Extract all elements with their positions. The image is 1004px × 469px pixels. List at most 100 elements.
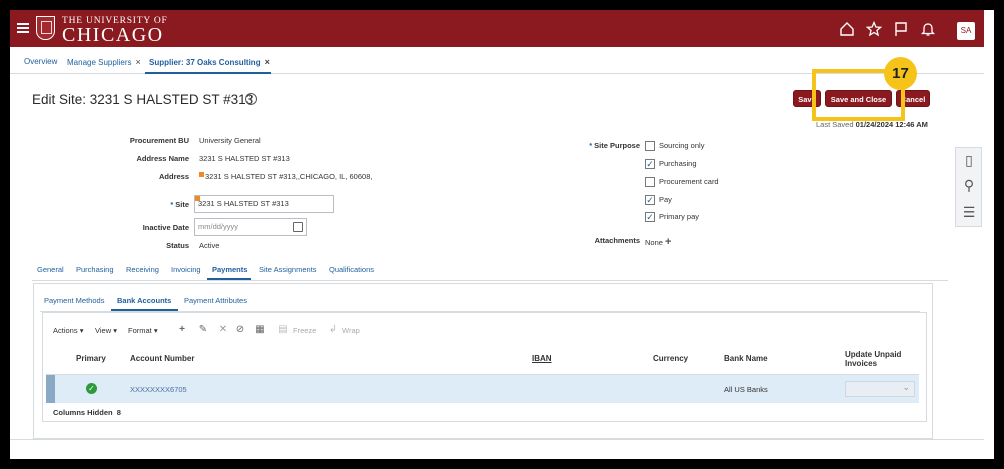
column-header-update-unpaid-invoices[interactable]: Update Unpaid Invoices (845, 350, 901, 368)
bank-accounts-table (42, 312, 927, 422)
cancel-circle-icon[interactable]: ⊘ (235, 325, 245, 335)
warning-flag-icon (195, 196, 200, 201)
flag-icon[interactable] (893, 21, 909, 37)
primary-pay-checkbox[interactable]: ✓ (645, 212, 655, 222)
subtab-receiving[interactable]: Receiving (126, 265, 159, 274)
export-icon[interactable]: ▦ (255, 325, 265, 335)
attachments-none: None (645, 238, 663, 247)
tab-payment-methods[interactable]: Payment Methods (44, 296, 104, 305)
required-indicator: * (170, 200, 174, 209)
right-side-rail: ▯ ⚲ ☰ (955, 147, 982, 227)
bell-icon[interactable] (920, 21, 936, 37)
view-label: View (95, 326, 112, 335)
add-icon[interactable]: + (177, 325, 187, 335)
pay-label: Pay (659, 195, 672, 204)
actions-label: Actions (53, 326, 78, 335)
attachments-label: Attachments (594, 236, 640, 245)
tab-supplier[interactable]: Supplier: 37 Oaks Consulting × (149, 57, 270, 67)
step-badge: 17 (884, 57, 917, 90)
subtab-payments[interactable]: Payments (212, 265, 247, 274)
inactive-date-input[interactable]: mm/dd/yyyy (194, 218, 307, 236)
tab-label: Supplier: 37 Oaks Consulting (149, 58, 261, 67)
user-avatar[interactable]: SA (957, 22, 975, 40)
tab-payment-attributes[interactable]: Payment Attributes (184, 296, 247, 305)
address-value: 3231 S HALSTED ST #313,,CHICAGO, IL, 606… (199, 172, 372, 181)
update-unpaid-invoices-select[interactable] (845, 381, 915, 397)
menu-icon[interactable] (17, 23, 29, 33)
last-saved-label: Last Saved (816, 120, 854, 129)
columns-hidden: Columns Hidden 8 (53, 408, 121, 417)
star-icon[interactable] (866, 21, 882, 37)
list-icon[interactable]: ☰ (961, 204, 977, 220)
subtab-purchasing[interactable]: Purchasing (76, 265, 114, 274)
status-value: Active (199, 241, 220, 250)
column-header-currency[interactable]: Currency (653, 354, 688, 363)
actions-menu[interactable]: Actions ▾ (53, 326, 83, 335)
inactive-date-label: Inactive Date (142, 223, 189, 232)
procurement-bu-label: Procurement BU (129, 136, 189, 145)
global-header: THE UNIVERSITY OF CHICAGO SA (10, 10, 984, 47)
freeze-button[interactable]: Freeze (293, 326, 316, 335)
column-header-account-number[interactable]: Account Number (130, 354, 194, 363)
freeze-icon: ▤ (278, 324, 288, 335)
edit-icon[interactable]: ✎ (198, 325, 208, 335)
subtab-invoicing[interactable]: Invoicing (171, 265, 201, 274)
subtab-site-assignments[interactable]: Site Assignments (259, 265, 317, 274)
chevron-down-icon: ▾ (113, 326, 117, 335)
account-number-cell[interactable]: XXXXXXXX6705 (130, 385, 187, 394)
pay-checkbox[interactable]: ✓ (645, 195, 655, 205)
subtab-qualifications[interactable]: Qualifications (329, 265, 374, 274)
site-label-text: Site (175, 200, 189, 209)
procurement-card-label: Procurement card (659, 177, 719, 186)
site-purpose-label: * Site Purpose (570, 141, 640, 150)
warning-flag-icon (199, 172, 204, 177)
last-saved-value: 01/24/2024 12:46 AM (855, 120, 928, 129)
address-name-label: Address Name (136, 154, 189, 163)
document-icon[interactable]: ▯ (961, 152, 977, 168)
active-payment-tab-indicator (111, 309, 178, 311)
primary-check-icon: ✓ (86, 383, 97, 394)
tab-manage-suppliers[interactable]: Manage Suppliers × (67, 57, 141, 67)
close-icon[interactable]: × (265, 57, 270, 67)
help-icon[interactable]: ? (245, 93, 257, 105)
wrap-button[interactable]: Wrap (342, 326, 360, 335)
procurement-card-checkbox[interactable] (645, 177, 655, 187)
format-label: Format (128, 326, 152, 335)
site-input[interactable]: 3231 S HALSTED ST #313 (194, 195, 334, 213)
purchasing-checkbox[interactable]: ✓ (645, 159, 655, 169)
subtab-general[interactable]: General (37, 265, 64, 274)
columns-hidden-label: Columns Hidden (53, 408, 113, 417)
column-header-bank-name[interactable]: Bank Name (724, 354, 768, 363)
sourcing-only-label: Sourcing only (659, 141, 705, 150)
column-header-primary[interactable]: Primary (76, 354, 106, 363)
attachments-value: None + (645, 236, 671, 248)
tab-overview[interactable]: Overview (24, 57, 57, 66)
date-placeholder: mm/dd/yyyy (198, 222, 239, 231)
wrap-icon: ↲ (328, 324, 338, 335)
home-icon[interactable] (839, 21, 855, 37)
tab-label: Manage Suppliers (67, 58, 132, 67)
close-icon[interactable]: × (135, 57, 140, 67)
add-attachment-icon[interactable]: + (665, 236, 671, 248)
page-bottom-divider (10, 439, 984, 440)
format-menu[interactable]: Format ▾ (128, 326, 158, 335)
address-name-value: 3231 S HALSTED ST #313 (199, 154, 290, 163)
update-unpaid-label: Update Unpaid (845, 350, 902, 359)
chevron-down-icon: ▾ (79, 326, 84, 335)
delete-icon[interactable]: ✕ (218, 325, 228, 335)
sourcing-only-checkbox[interactable] (645, 141, 655, 151)
columns-hidden-count: 8 (116, 408, 121, 417)
purchasing-label: Purchasing (659, 159, 697, 168)
site-label: * Site (100, 200, 189, 209)
search-icon[interactable]: ⚲ (961, 177, 977, 193)
tab-bank-accounts[interactable]: Bank Accounts (117, 296, 171, 305)
university-shield-logo (36, 16, 55, 40)
subtab-divider (32, 280, 948, 281)
status-label: Status (166, 241, 189, 250)
address-label: Address (158, 172, 189, 181)
procurement-bu-value: University General (199, 136, 261, 145)
view-menu[interactable]: View ▾ (95, 326, 117, 335)
row-selection-marker (46, 375, 55, 403)
calendar-icon[interactable] (293, 222, 303, 232)
column-header-iban[interactable]: IBAN (532, 354, 552, 363)
